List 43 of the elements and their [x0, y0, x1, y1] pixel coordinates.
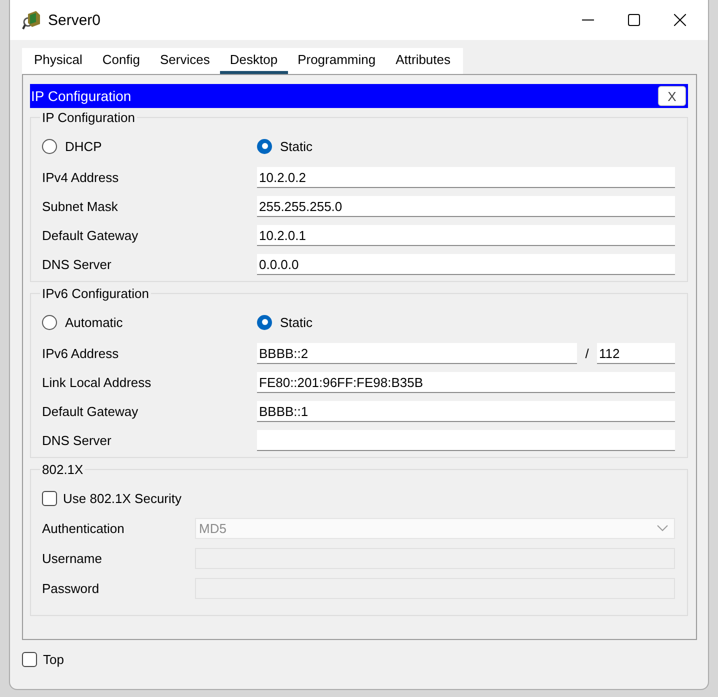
close-icon[interactable] [674, 14, 686, 26]
input-field[interactable]: FE80::201:96FF:FE98:B35B [257, 372, 675, 393]
radio-button[interactable] [42, 314, 57, 330]
field-label: Username [42, 550, 103, 566]
prefix-separator: / [584, 346, 590, 361]
radio-label: Static [280, 314, 313, 330]
field-label: Default Gateway [42, 404, 140, 419]
field-label: IPv6 Address [42, 346, 120, 361]
field-label: Password [42, 580, 100, 596]
prefix-field[interactable]: 112 [597, 343, 675, 364]
input-field[interactable]: BBBB::1 [257, 401, 675, 422]
input-field[interactable]: 10.2.0.2 [257, 167, 675, 188]
input-field[interactable]: BBBB::2 [257, 343, 577, 364]
checkbox-label: Use 802.1X Security [63, 490, 182, 506]
field-label: Authentication [42, 520, 126, 536]
input-field[interactable]: 0.0.0.0 [257, 254, 675, 275]
field-label: DNS Server [42, 433, 112, 448]
checkbox-label: Top [43, 652, 64, 666]
close-button[interactable]: X [658, 86, 686, 106]
checkbox[interactable] [22, 652, 37, 666]
group-title: 802.1X [41, 462, 84, 477]
panel-title: IP Configuration [31, 88, 132, 104]
field-label: Link Local Address [42, 375, 152, 390]
field-label: Default Gateway [42, 228, 140, 243]
radio-label: Automatic [65, 314, 123, 330]
input-field[interactable]: 10.2.0.1 [257, 225, 675, 246]
radio-label: Static [280, 138, 313, 154]
radio-button[interactable] [257, 314, 272, 330]
radio-button[interactable] [42, 138, 57, 154]
field-label: Subnet Mask [42, 199, 119, 214]
group-title: IP Configuration [41, 110, 136, 125]
radio-button[interactable] [257, 138, 272, 154]
group-title: IPv6 Configuration [41, 286, 150, 301]
maximize-icon[interactable] [628, 14, 640, 26]
radio-label: DHCP [65, 138, 102, 154]
input-field[interactable] [257, 430, 675, 451]
server-icon [22, 10, 42, 30]
field-label: IPv4 Address [42, 170, 120, 185]
input-field[interactable]: 255.255.255.0 [257, 196, 675, 217]
field-label: DNS Server [42, 257, 112, 272]
window-title: Server0 [48, 12, 101, 28]
chevron-down-icon [657, 524, 668, 532]
checkbox[interactable] [42, 490, 57, 506]
